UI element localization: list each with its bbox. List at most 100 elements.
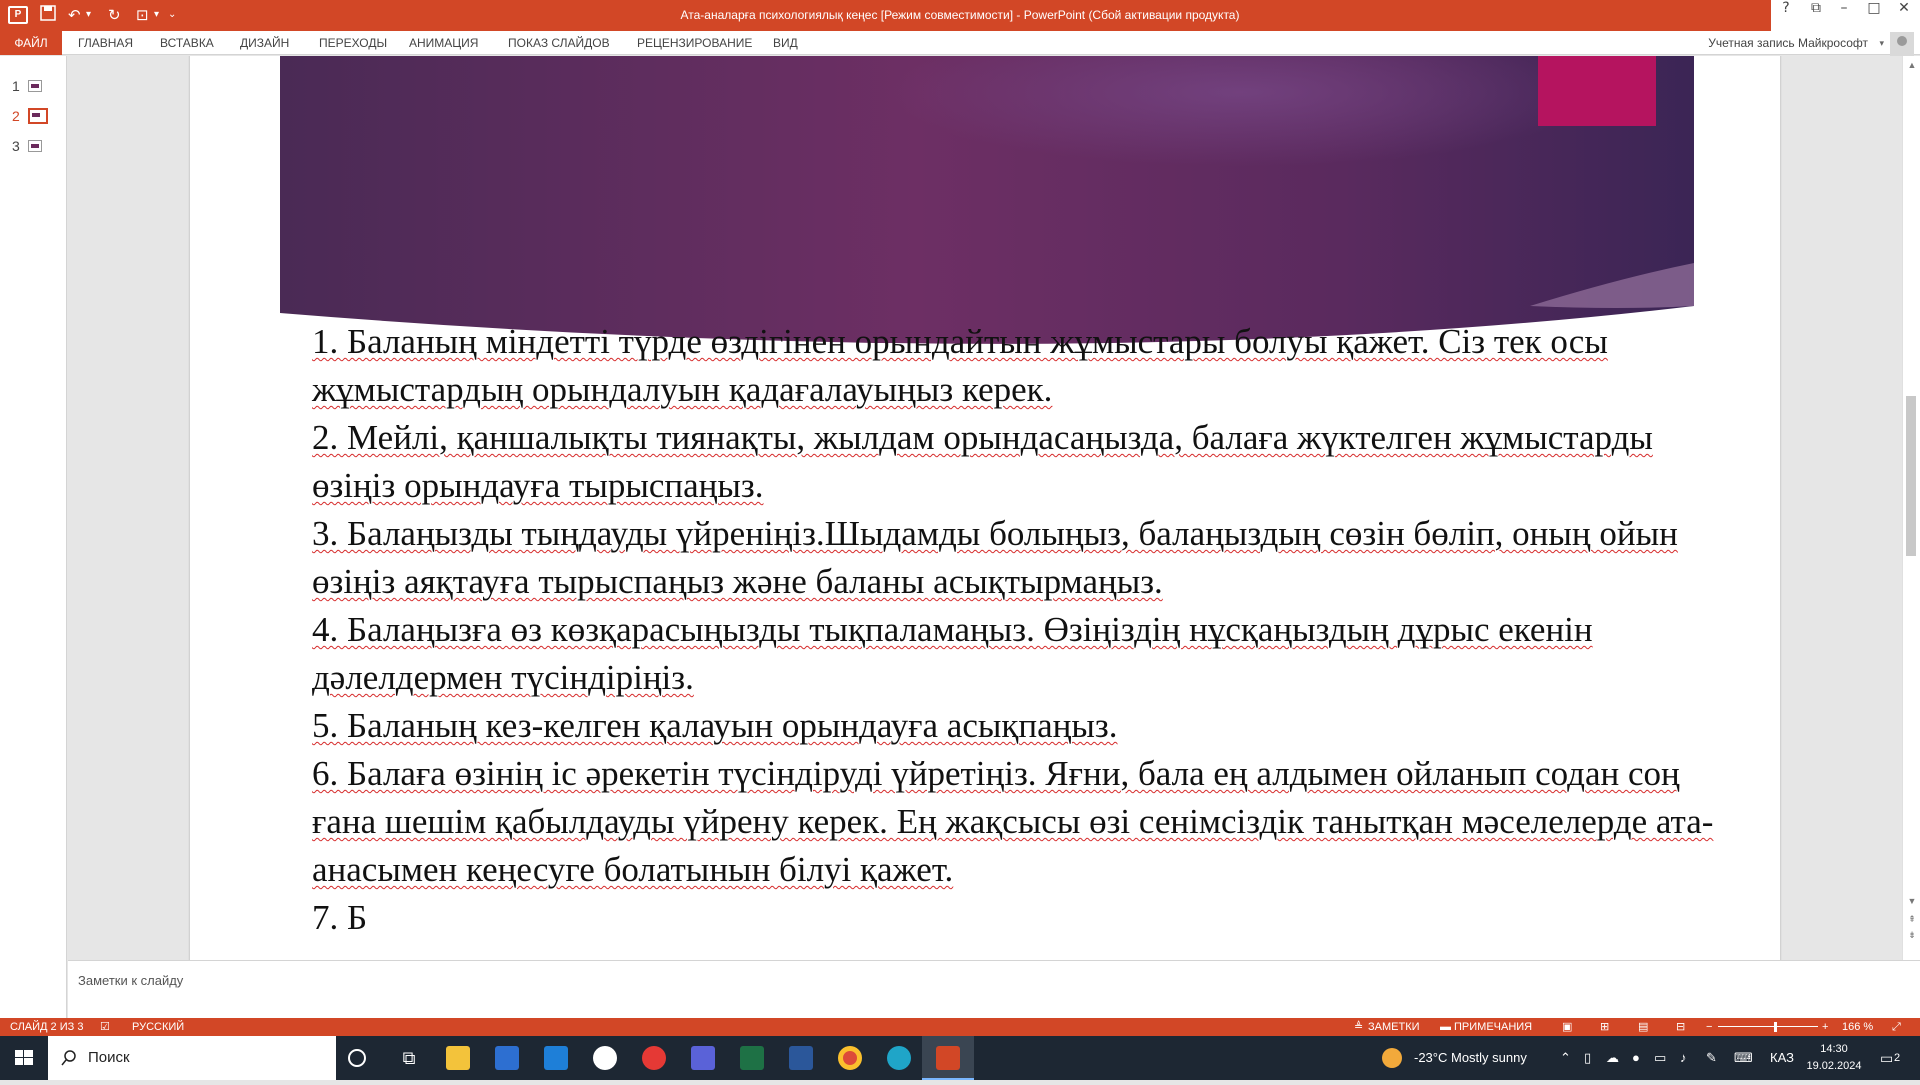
slide-body-text[interactable]: 1. Баланың міндетті түрде өздігінен орын… bbox=[312, 318, 1732, 942]
slide-thumbnail-3[interactable]: 3 bbox=[12, 138, 42, 154]
windows-start-icon[interactable] bbox=[0, 1036, 48, 1080]
microsoft-store-icon[interactable] bbox=[495, 1046, 519, 1070]
scroll-down-icon[interactable]: ▼ bbox=[1905, 894, 1919, 908]
show-hidden-icons-icon[interactable]: ⌃ bbox=[1560, 1036, 1571, 1080]
device-icon[interactable]: ▯ bbox=[1584, 1036, 1591, 1080]
tab-view[interactable]: ВИД bbox=[773, 31, 798, 55]
zoom-slider[interactable] bbox=[1718, 1026, 1818, 1027]
normal-view-icon[interactable]: ▣ bbox=[1562, 1018, 1572, 1036]
notes-pane[interactable]: Заметки к слайду bbox=[68, 960, 1920, 1018]
tab-animations[interactable]: АНИМАЦИЯ bbox=[409, 31, 478, 55]
slide-editor[interactable]: 1. Баланың міндетті түрде өздігінен орын… bbox=[68, 56, 1902, 960]
scrollbar-thumb[interactable] bbox=[1906, 396, 1916, 556]
language-indicator[interactable]: РУССКИЙ bbox=[132, 1018, 184, 1036]
account-name[interactable]: Учетная запись Майкрософт bbox=[1708, 31, 1868, 55]
pen-icon[interactable]: ✎ bbox=[1706, 1036, 1717, 1080]
onedrive-icon[interactable]: ☁ bbox=[1606, 1036, 1619, 1080]
edge-icon[interactable] bbox=[887, 1046, 911, 1070]
task-view-icon[interactable]: ⧉ bbox=[397, 1046, 421, 1070]
chrome-icon[interactable] bbox=[838, 1046, 862, 1070]
weather-text[interactable]: -23°C Mostly sunny bbox=[1414, 1036, 1527, 1080]
microphone-icon[interactable]: ● bbox=[1632, 1036, 1640, 1080]
list-item: 7. Б bbox=[312, 898, 368, 937]
file-explorer-icon[interactable] bbox=[446, 1046, 470, 1070]
slide-number: 2 bbox=[12, 108, 20, 124]
scroll-up-icon[interactable]: ▲ bbox=[1905, 58, 1919, 72]
mail-icon[interactable] bbox=[544, 1046, 568, 1070]
network-icon[interactable]: ▭ bbox=[1654, 1036, 1666, 1080]
help-button[interactable]: ? bbox=[1772, 0, 1800, 31]
minimize-button[interactable]: – bbox=[1830, 0, 1858, 31]
notes-placeholder[interactable]: Заметки к слайду bbox=[78, 973, 183, 988]
slide-counter: СЛАЙД 2 ИЗ 3 bbox=[10, 1021, 84, 1033]
windows-taskbar: Поиск ⧉ -23°C Mostly sunny ⌃ ▯ ☁ ● ▭ ♪ ✎… bbox=[0, 1036, 1920, 1080]
slide-header-banner bbox=[280, 56, 1694, 344]
taskbar-search-box[interactable]: Поиск bbox=[48, 1036, 336, 1080]
account-dropdown-icon[interactable]: ▾ bbox=[1879, 31, 1884, 55]
keyboard-icon[interactable]: ⌨ bbox=[1734, 1036, 1753, 1080]
volume-icon[interactable]: ♪ bbox=[1680, 1036, 1687, 1080]
tab-review[interactable]: РЕЦЕНЗИРОВАНИЕ bbox=[637, 31, 752, 55]
tab-insert[interactable]: ВСТАВКА bbox=[160, 31, 214, 55]
app-icon[interactable] bbox=[691, 1046, 715, 1070]
list-item: 2. Мейлі, қаншалықты тиянақты, жылдам ор… bbox=[312, 418, 1653, 505]
status-bar: СЛАЙД 2 ИЗ 3 ☑ РУССКИЙ ≜ ЗАМЕТКИ ▬ ПРИМЕ… bbox=[0, 1018, 1920, 1036]
spelling-check-icon[interactable]: ☑ bbox=[100, 1018, 110, 1036]
notification-count: 2 bbox=[1894, 1052, 1901, 1064]
cortana-icon[interactable] bbox=[348, 1049, 366, 1067]
slide-thumbnail-1[interactable]: 1 bbox=[12, 78, 42, 94]
word-icon[interactable] bbox=[789, 1046, 813, 1070]
notes-button[interactable]: ЗАМЕТКИ bbox=[1368, 1018, 1420, 1036]
previous-slide-icon[interactable]: ⇞ bbox=[1905, 912, 1919, 926]
clock[interactable]: 14:30 19.02.2024 bbox=[1806, 1041, 1862, 1075]
list-item: 1. Баланың міндетті түрде өздігінен орын… bbox=[312, 322, 1608, 409]
zoom-slider-handle[interactable] bbox=[1774, 1022, 1777, 1032]
list-item: 6. Балаға өзінің іс әрекетін түсіндіруді… bbox=[312, 754, 1714, 889]
tab-transitions[interactable]: ПЕРЕХОДЫ bbox=[319, 31, 387, 55]
slideshow-view-icon[interactable]: ⊟ bbox=[1676, 1018, 1685, 1036]
tab-design[interactable]: ДИЗАЙН bbox=[240, 31, 289, 55]
search-input[interactable]: Поиск bbox=[88, 1049, 130, 1066]
tab-file[interactable]: ФАЙЛ bbox=[0, 31, 62, 55]
slide-number: 1 bbox=[12, 78, 20, 94]
slide-thumbnail-image bbox=[28, 140, 42, 152]
tab-home[interactable]: ГЛАВНАЯ bbox=[78, 31, 133, 55]
zoom-out-icon[interactable]: − bbox=[1706, 1018, 1712, 1036]
list-item: 3. Балаңызды тыңдауды үйреніңіз.Шыдамды … bbox=[312, 514, 1678, 601]
input-language[interactable]: КАЗ bbox=[1770, 1036, 1794, 1080]
avatar[interactable] bbox=[1890, 32, 1914, 56]
search-icon bbox=[61, 1050, 76, 1066]
next-slide-icon[interactable]: ⇟ bbox=[1905, 928, 1919, 942]
slide-number: 3 bbox=[12, 138, 20, 154]
comments-icon[interactable]: ▬ bbox=[1440, 1018, 1451, 1036]
title-bar: P ↶ ▾ ↻ ⊡ ▾ ⌄ Ата-аналарға психологиялық… bbox=[0, 0, 1920, 31]
zoom-level[interactable]: 166 % bbox=[1842, 1018, 1873, 1036]
powerpoint-icon bbox=[936, 1046, 960, 1070]
weather-icon[interactable] bbox=[1382, 1048, 1402, 1068]
slide-thumbnail-image bbox=[28, 108, 48, 124]
yandex-icon[interactable] bbox=[642, 1046, 666, 1070]
maximize-button[interactable]: □ bbox=[1860, 0, 1888, 31]
notes-toggle-icon[interactable]: ≜ bbox=[1354, 1018, 1363, 1036]
list-item: 5. Баланың кез-келген қалауын орындауға … bbox=[312, 706, 1118, 745]
close-button[interactable]: ✕ bbox=[1890, 0, 1918, 31]
clock-time: 14:30 bbox=[1820, 1043, 1848, 1055]
powerpoint-taskbar-button[interactable] bbox=[922, 1036, 974, 1080]
notifications-icon[interactable]: ▭ bbox=[1880, 1036, 1893, 1080]
slide-thumbnail-pane: 1 2 3 bbox=[0, 56, 67, 1018]
slide-thumbnail-2[interactable]: 2 bbox=[12, 108, 48, 124]
tab-slide-show[interactable]: ПОКАЗ СЛАЙДОВ bbox=[508, 31, 610, 55]
vertical-scrollbar[interactable]: ▲ ▼ ⇞ ⇟ bbox=[1902, 56, 1920, 960]
reading-view-icon[interactable]: ▤ bbox=[1638, 1018, 1648, 1036]
yandex-browser-icon[interactable] bbox=[593, 1046, 617, 1070]
window-title: Ата-аналарға психологиялық кеңес [Режим … bbox=[680, 8, 1240, 22]
excel-icon[interactable] bbox=[740, 1046, 764, 1070]
ribbon-display-options-icon[interactable]: ⧉ bbox=[1802, 0, 1830, 31]
slide-canvas[interactable]: 1. Баланың міндетті түрде өздігінен орын… bbox=[190, 56, 1780, 960]
slide-sorter-icon[interactable]: ⊞ bbox=[1600, 1018, 1609, 1036]
zoom-in-icon[interactable]: + bbox=[1822, 1018, 1828, 1036]
decorative-accent-box bbox=[1538, 56, 1656, 126]
list-item: 4. Балаңызға өз көзқарасыңызды тықпалама… bbox=[312, 610, 1593, 697]
fit-slide-icon[interactable]: ⤢ bbox=[1892, 1018, 1901, 1036]
comments-button[interactable]: ПРИМЕЧАНИЯ bbox=[1454, 1018, 1532, 1036]
